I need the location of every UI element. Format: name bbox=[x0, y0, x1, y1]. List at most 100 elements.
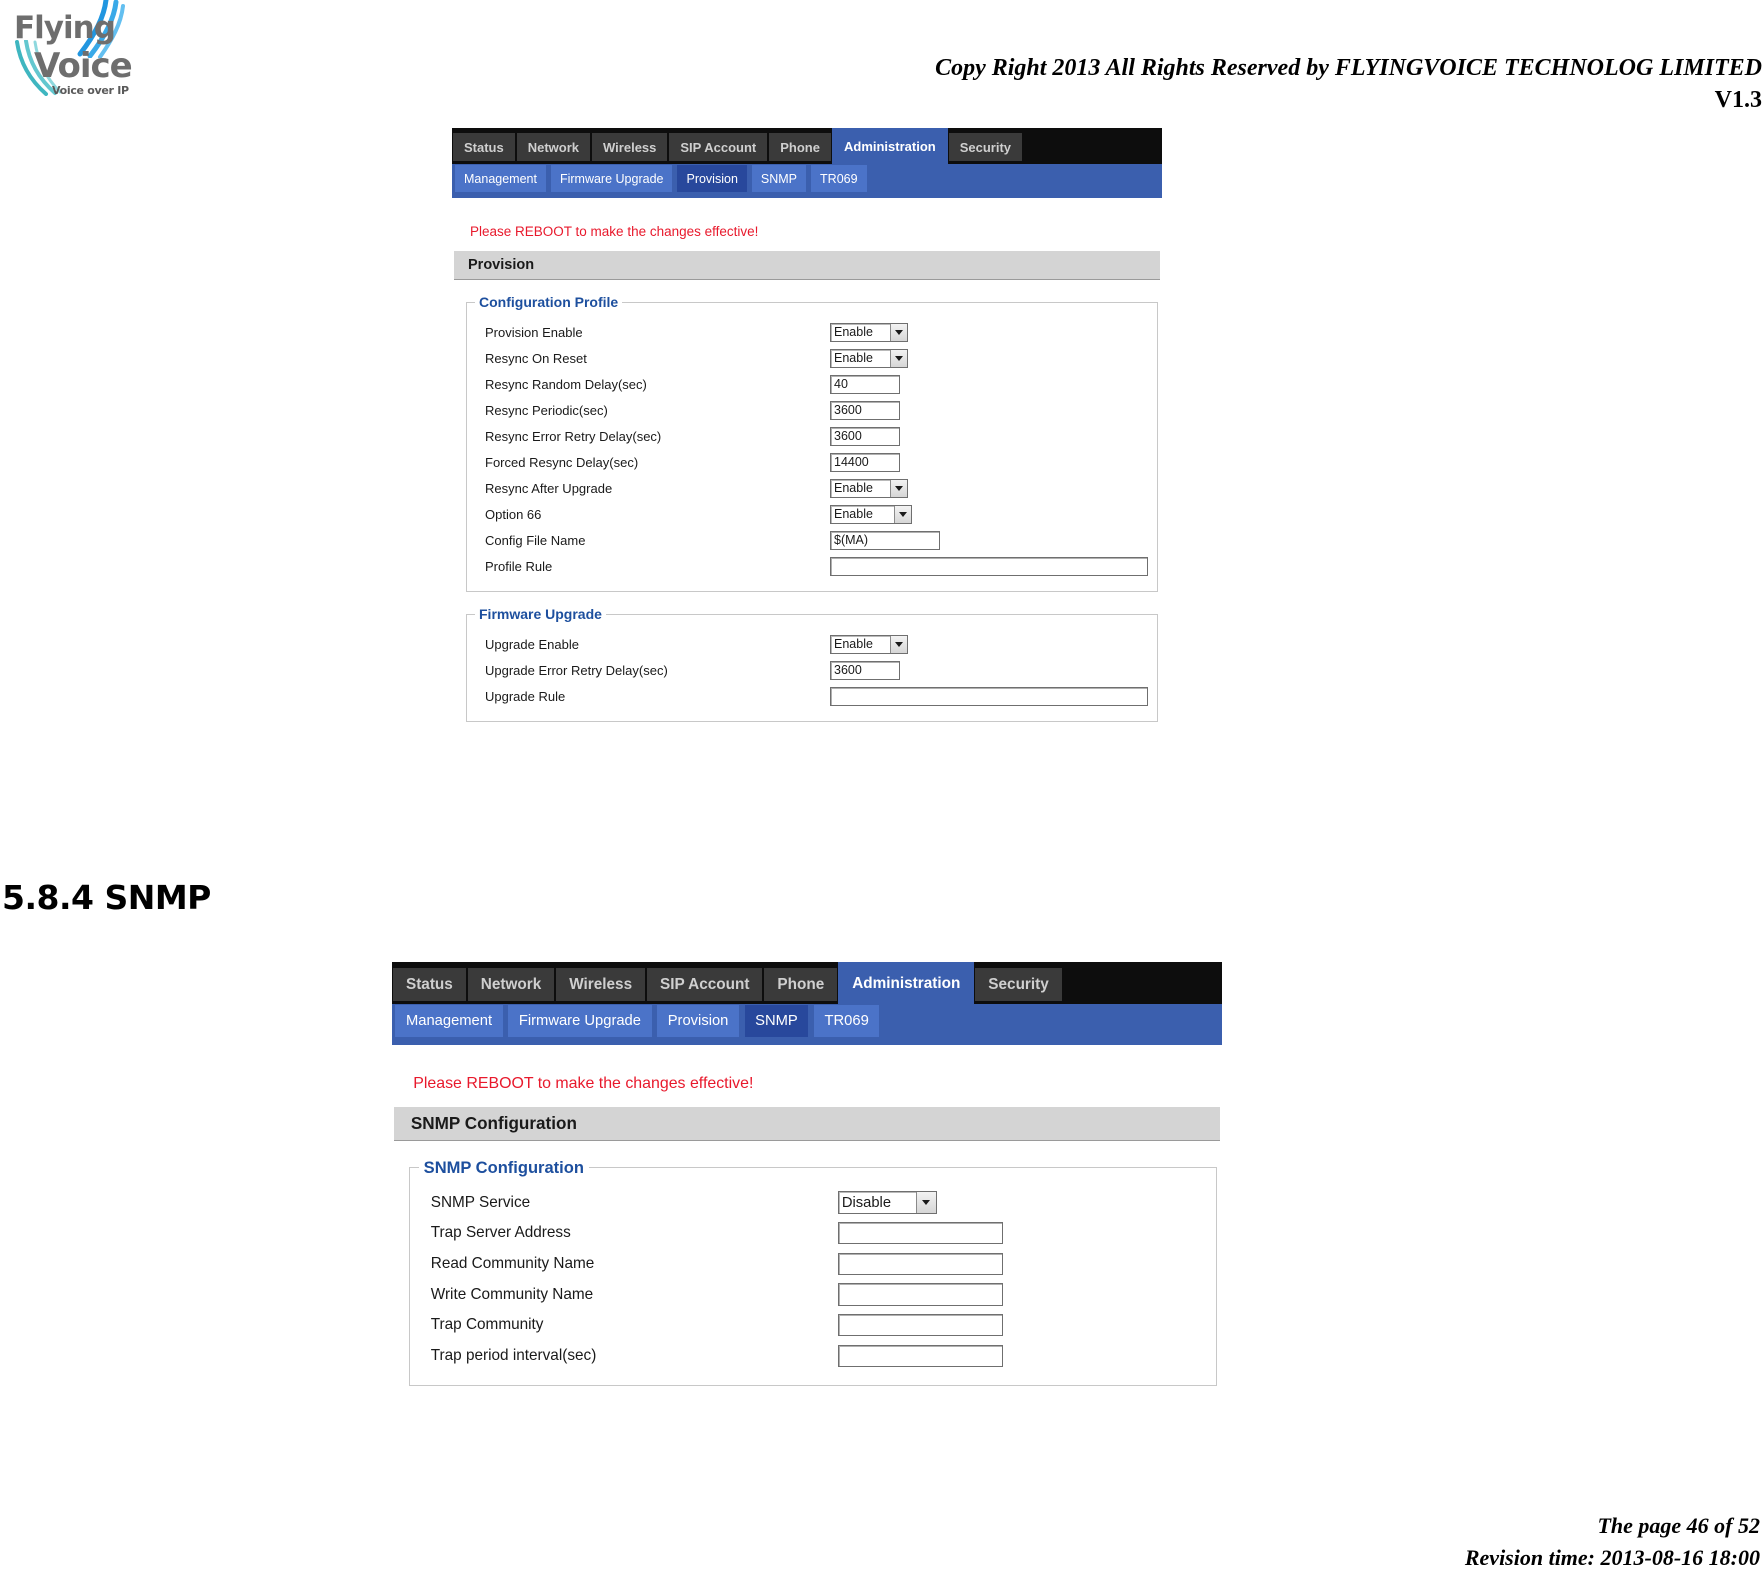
subnav-tab-label: Provision bbox=[686, 171, 738, 186]
field-control: Enable bbox=[830, 348, 908, 368]
chevron-down-icon[interactable] bbox=[890, 323, 907, 341]
subnav-tab-management[interactable]: Management bbox=[454, 164, 547, 193]
input-trap-server-address[interactable] bbox=[837, 1222, 1004, 1245]
subnav-tab-management[interactable]: Management bbox=[394, 1004, 504, 1039]
form-row: Forced Resync Delay(sec) 14400 bbox=[467, 449, 1157, 475]
select-value: Disable bbox=[841, 1194, 892, 1211]
input-read-community-name[interactable] bbox=[837, 1252, 1004, 1276]
select-snmp-service[interactable]: Disable bbox=[837, 1191, 937, 1214]
chevron-down-icon[interactable] bbox=[915, 1192, 936, 1213]
field-control: 14400 bbox=[830, 452, 900, 472]
nav-tab-administration[interactable]: Administration bbox=[838, 962, 975, 1005]
select-provision-enable[interactable]: Enable bbox=[830, 322, 908, 342]
field-control bbox=[830, 556, 1148, 576]
select-resync-after-upgrade[interactable]: Enable bbox=[830, 478, 908, 498]
nav-tab-phone[interactable]: Phone bbox=[768, 132, 832, 162]
fieldset-legend: Firmware Upgrade bbox=[475, 606, 606, 622]
nav-tab-status[interactable]: Status bbox=[452, 132, 516, 162]
footer-revision-time: Revision time: 2013-08-16 18:00 bbox=[1464, 1545, 1760, 1571]
input-upgrade-rule[interactable] bbox=[830, 686, 1148, 706]
logo-text-voice: Voice bbox=[34, 46, 133, 86]
field-control: 3600 bbox=[830, 400, 900, 420]
page-footer: The page 46 of 52 Revision time: 2013-08… bbox=[1465, 1510, 1760, 1574]
primary-nav: Status Network Wireless SIP Account Phone Adm… bbox=[452, 128, 1162, 164]
form-row: Option 66 Enable bbox=[467, 501, 1157, 527]
form-row: Resync Random Delay(sec) 40 bbox=[467, 371, 1157, 397]
primary-nav: Status Network Wireless SIP Account Phone Adm… bbox=[392, 962, 1222, 1005]
nav-tab-wireless[interactable]: Wireless bbox=[591, 132, 669, 162]
secondary-nav: Management Firmware Upgrade Provision SNMP T… bbox=[452, 164, 1162, 198]
nav-tab-phone[interactable]: Phone bbox=[763, 967, 839, 1003]
input-profile-rule[interactable] bbox=[830, 556, 1148, 576]
chevron-down-icon[interactable] bbox=[890, 479, 907, 497]
nav-tab-security[interactable]: Security bbox=[974, 967, 1063, 1003]
logo-tagline: Voice over IP bbox=[52, 84, 129, 97]
form-row: Provision Enable Enable bbox=[467, 319, 1157, 345]
form-row: Upgrade Error Retry Delay(sec) 3600 bbox=[467, 657, 1157, 683]
select-value: Enable bbox=[834, 637, 873, 651]
field-control bbox=[837, 1252, 1004, 1276]
subnav-tab-firmware-upgrade[interactable]: Firmware Upgrade bbox=[507, 1004, 653, 1039]
input-resync-error-retry-delay-sec[interactable]: 3600 bbox=[830, 426, 900, 446]
field-label-upgrade-rule: Upgrade Rule bbox=[485, 688, 566, 704]
field-label-profile-rule: Profile Rule bbox=[485, 558, 553, 574]
input-trap-community[interactable] bbox=[837, 1314, 1004, 1337]
field-label-resync-after-upgrade: Resync After Upgrade bbox=[485, 480, 613, 496]
field-label-upgrade-enable: Upgrade Enable bbox=[485, 636, 579, 652]
fieldset-configuration-profile: Configuration Profile Provision Enable Ena… bbox=[466, 294, 1158, 592]
nav-tab-network[interactable]: Network bbox=[466, 967, 556, 1003]
chevron-down-icon[interactable] bbox=[894, 505, 911, 523]
form-row: Resync On Reset Enable bbox=[467, 345, 1157, 371]
input-trap-period-interval-sec[interactable] bbox=[837, 1344, 1004, 1368]
nav-tab-security[interactable]: Security bbox=[947, 132, 1024, 162]
field-control bbox=[837, 1283, 1004, 1306]
select-value: Enable bbox=[834, 507, 873, 521]
snmp-screenshot: Status Network Wireless SIP Account Phone Adm… bbox=[392, 962, 1222, 1387]
nav-tab-sip-account[interactable]: SIP Account bbox=[646, 967, 764, 1003]
subnav-tab-snmp[interactable]: SNMP bbox=[750, 164, 808, 193]
nav-tab-label: Security bbox=[959, 139, 1012, 155]
nav-tab-network[interactable]: Network bbox=[515, 132, 592, 162]
nav-tab-status[interactable]: Status bbox=[392, 967, 467, 1003]
subnav-tab-provision[interactable]: Provision bbox=[676, 164, 748, 193]
subnav-tab-provision[interactable]: Provision bbox=[656, 1004, 740, 1039]
field-control: 3600 bbox=[830, 660, 900, 680]
subnav-tab-label: Management bbox=[464, 171, 537, 186]
field-control: Enable bbox=[830, 478, 908, 498]
select-option-66[interactable]: Enable bbox=[830, 504, 912, 524]
subnav-tab-tr069[interactable]: TR069 bbox=[812, 1004, 881, 1039]
input-resync-periodic-sec[interactable]: 3600 bbox=[830, 400, 900, 420]
subnav-tab-snmp[interactable]: SNMP bbox=[743, 1004, 810, 1039]
panel-title: SNMP Configuration bbox=[394, 1107, 1220, 1142]
secondary-nav: Management Firmware Upgrade Provision SNMP T… bbox=[392, 1004, 1222, 1045]
subnav-tab-label: Firmware Upgrade bbox=[518, 1013, 641, 1030]
input-config-file-name[interactable]: $(MA) bbox=[830, 530, 940, 550]
nav-tab-wireless[interactable]: Wireless bbox=[555, 967, 647, 1003]
input-upgrade-error-retry-delay-sec[interactable]: 3600 bbox=[830, 660, 900, 680]
copyright-text: Copy Right 2013 All Rights Reserved by F… bbox=[935, 55, 1762, 81]
input-resync-random-delay-sec[interactable]: 40 bbox=[830, 374, 900, 394]
subnav-tab-firmware-upgrade[interactable]: Firmware Upgrade bbox=[549, 164, 674, 193]
nav-tab-label: Status bbox=[464, 139, 504, 155]
input-forced-resync-delay-sec[interactable]: 14400 bbox=[830, 452, 900, 472]
input-write-community-name[interactable] bbox=[837, 1283, 1004, 1306]
subnav-tab-label: SNMP bbox=[755, 1013, 798, 1030]
select-resync-on-reset[interactable]: Enable bbox=[830, 348, 908, 368]
field-control bbox=[830, 686, 1148, 706]
subnav-tab-label: SNMP bbox=[760, 171, 798, 186]
select-upgrade-enable[interactable]: Enable bbox=[830, 634, 908, 654]
subnav-tab-tr069[interactable]: TR069 bbox=[810, 164, 868, 193]
nav-tab-administration[interactable]: Administration bbox=[831, 128, 948, 164]
field-label-upgrade-error-retry-delay-sec: Upgrade Error Retry Delay(sec) bbox=[485, 662, 668, 678]
caret-glyph bbox=[895, 485, 903, 491]
nav-tab-sip-account[interactable]: SIP Account bbox=[668, 132, 769, 162]
nav-tab-label: Phone bbox=[780, 139, 820, 155]
screen-body: Please REBOOT to make the changes effect… bbox=[452, 224, 1162, 722]
nav-tab-label: Wireless bbox=[569, 975, 633, 993]
provision-screenshot: Status Network Wireless SIP Account Phone Adm… bbox=[452, 128, 1162, 722]
chevron-down-icon[interactable] bbox=[890, 349, 907, 367]
caret-glyph bbox=[922, 1200, 931, 1206]
chevron-down-icon[interactable] bbox=[890, 635, 907, 653]
field-label-config-file-name: Config File Name bbox=[485, 532, 586, 548]
input-value: 3600 bbox=[834, 429, 862, 443]
